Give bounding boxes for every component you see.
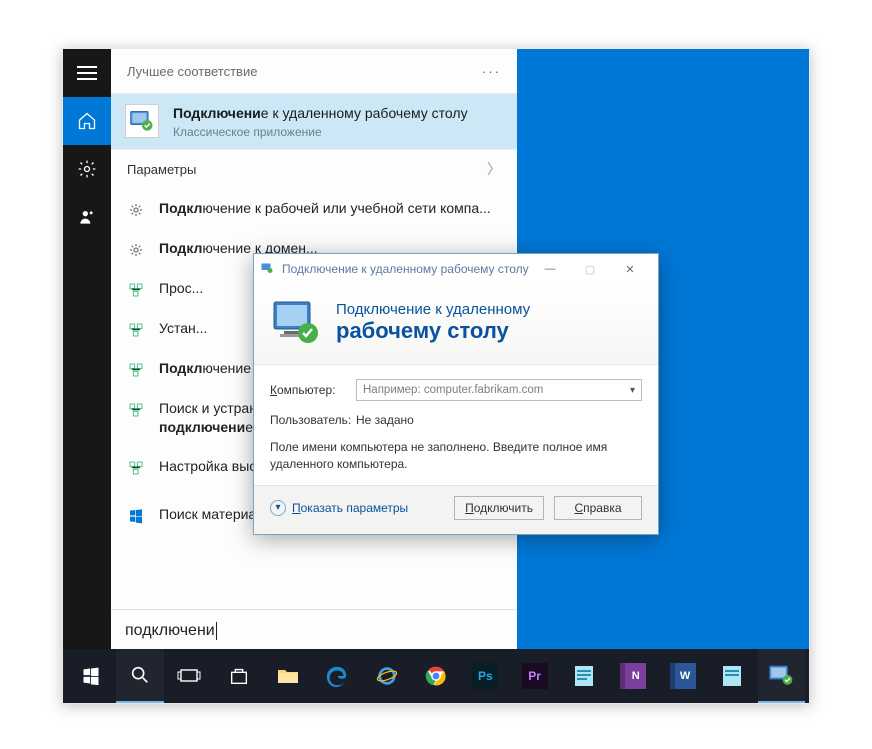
rdp-banner-line2: рабочему столу bbox=[336, 318, 530, 344]
rdp-app-icon bbox=[125, 104, 159, 138]
best-match-label: Лучшее соответствие bbox=[127, 64, 257, 79]
home-button[interactable] bbox=[63, 97, 111, 145]
rdp-banner-icon bbox=[270, 296, 322, 348]
maximize-button[interactable]: ▢ bbox=[570, 255, 610, 283]
document-icon bbox=[573, 664, 595, 688]
photoshop-button[interactable]: Ps bbox=[462, 649, 509, 703]
ie-icon bbox=[376, 665, 398, 687]
ie-button[interactable] bbox=[363, 649, 410, 703]
result-item[interactable]: Подключение к рабочей или учебной сети к… bbox=[111, 189, 517, 229]
computer-placeholder: Например: computer.fabrikam.com bbox=[363, 384, 543, 396]
close-button[interactable]: ✕ bbox=[610, 255, 650, 283]
minimize-button[interactable]: — bbox=[530, 255, 570, 283]
rdp-hint-text: Поле имени компьютера не заполнено. Введ… bbox=[254, 439, 658, 485]
chevron-right-icon: 〉 bbox=[487, 159, 501, 179]
network-icon bbox=[127, 321, 145, 339]
folder-icon bbox=[276, 666, 300, 686]
person-icon bbox=[77, 207, 97, 227]
best-match-header: Лучшее соответствие ··· bbox=[111, 49, 517, 93]
rdp-titlebar[interactable]: Подключение к удаленному рабочему столу … bbox=[254, 254, 658, 284]
taskview-icon bbox=[177, 666, 201, 686]
show-options-link[interactable]: ▾ Показать параметры bbox=[270, 500, 408, 516]
settings-icon bbox=[127, 201, 145, 219]
settings-icon bbox=[127, 241, 145, 259]
best-match-title: Подключение к удаленному рабочему столу bbox=[173, 104, 468, 123]
app2-button[interactable] bbox=[708, 649, 755, 703]
best-match-item[interactable]: Подключение к удаленному рабочему столу … bbox=[111, 93, 517, 149]
rdp-icon bbox=[768, 663, 794, 687]
network-icon bbox=[127, 401, 145, 419]
more-icon[interactable]: ··· bbox=[482, 64, 501, 79]
rdp-title-icon bbox=[260, 261, 276, 277]
word-button[interactable]: W bbox=[659, 649, 706, 703]
computer-label: Компьютер: bbox=[270, 383, 356, 397]
rdp-dialog: Подключение к удаленному рабочему столу … bbox=[253, 253, 659, 535]
result-text: Подключение к рабочей или учебной сети к… bbox=[159, 199, 501, 218]
start-button[interactable] bbox=[67, 649, 114, 703]
expand-icon: ▾ bbox=[270, 500, 286, 516]
chevron-down-icon: ▾ bbox=[630, 385, 635, 396]
help-button[interactable]: Справка bbox=[554, 496, 642, 520]
people-rail-button[interactable] bbox=[63, 193, 111, 241]
search-query-text: подключени bbox=[125, 622, 215, 640]
network-icon bbox=[127, 281, 145, 299]
chrome-button[interactable] bbox=[412, 649, 459, 703]
premiere-button[interactable]: Pr bbox=[511, 649, 558, 703]
rdp-banner: Подключение к удаленному рабочему столу bbox=[254, 284, 658, 365]
windows-icon bbox=[81, 666, 101, 686]
onenote-button[interactable]: N bbox=[610, 649, 657, 703]
app1-button[interactable] bbox=[560, 649, 607, 703]
search-input[interactable]: подключени bbox=[111, 609, 517, 651]
taskview-button[interactable] bbox=[166, 649, 213, 703]
chrome-icon bbox=[425, 665, 447, 687]
network-icon bbox=[127, 459, 145, 477]
rdp-taskbar-button[interactable] bbox=[758, 649, 805, 703]
explorer-button[interactable] bbox=[264, 649, 311, 703]
document-icon bbox=[721, 664, 743, 688]
gear-icon bbox=[77, 159, 97, 179]
rdp-banner-line1: Подключение к удаленному bbox=[336, 301, 530, 318]
rdp-title-text: Подключение к удаленному рабочему столу bbox=[282, 262, 529, 276]
settings-section-label: Параметры bbox=[127, 162, 196, 177]
best-match-subtitle: Классическое приложение bbox=[173, 125, 468, 139]
search-icon bbox=[129, 664, 151, 686]
user-label: Пользователь: bbox=[270, 413, 356, 427]
settings-rail-button[interactable] bbox=[63, 145, 111, 193]
store-icon bbox=[228, 665, 250, 687]
home-icon bbox=[77, 111, 97, 131]
hamburger-button[interactable] bbox=[63, 49, 111, 97]
network-icon bbox=[127, 361, 145, 379]
computer-combobox[interactable]: Например: computer.fabrikam.com ▾ bbox=[356, 379, 642, 401]
user-value: Не задано bbox=[356, 413, 414, 427]
start-rail bbox=[63, 49, 111, 651]
windows-icon bbox=[127, 507, 145, 525]
settings-section-header[interactable]: Параметры 〉 bbox=[111, 149, 517, 189]
search-button[interactable] bbox=[116, 649, 163, 703]
connect-button[interactable]: Подключить bbox=[454, 496, 544, 520]
store-button[interactable] bbox=[215, 649, 262, 703]
taskbar: Ps Pr N W bbox=[63, 649, 809, 703]
edge-icon bbox=[326, 665, 348, 687]
edge-button[interactable] bbox=[314, 649, 361, 703]
